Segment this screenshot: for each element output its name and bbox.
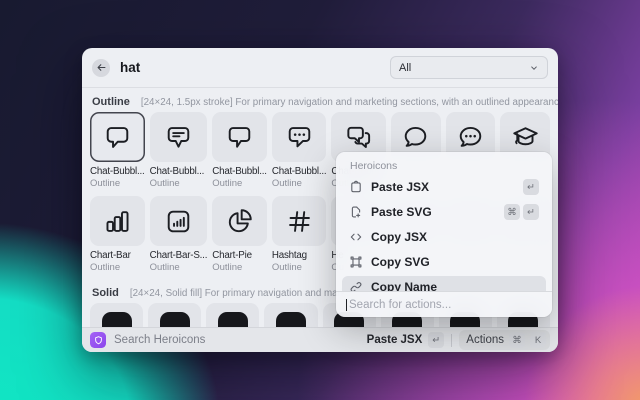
- icon-name: Chart-Pie: [212, 250, 267, 261]
- academic-cap-icon: [511, 123, 540, 152]
- icon-style: Outline: [212, 262, 267, 273]
- status-bar-actions: Paste JSX ↵ Actions ⌘ K: [367, 330, 550, 350]
- icon-name: Chart-Bar: [90, 250, 145, 261]
- document-plus-icon: [349, 205, 363, 219]
- menu-item-label: Paste JSX: [371, 180, 429, 194]
- search-input[interactable]: [120, 60, 380, 75]
- shield-icon: [93, 335, 104, 346]
- icon-result[interactable]: Chart-PieOutline: [212, 196, 267, 273]
- clipboard-icon: [349, 180, 363, 194]
- icon-style: Outline: [150, 178, 208, 189]
- chart-bar-icon: [103, 207, 132, 236]
- selection-frame-icon: [349, 255, 363, 269]
- actions-menu-list: Heroicons Paste JSX ↵ Paste SVG ⌘↵ Copy JSX C…: [336, 152, 552, 291]
- link-icon: [349, 280, 363, 291]
- section-title: Solid: [92, 287, 119, 299]
- icon-name: Chart-Bar-S...: [150, 250, 208, 261]
- hashtag-icon: [285, 207, 314, 236]
- actions-search-row: [336, 291, 552, 317]
- menu-item-copy-name[interactable]: Copy Name: [342, 276, 546, 291]
- icon-style: Outline: [150, 262, 208, 273]
- actions-search-input[interactable]: [349, 299, 542, 311]
- icon-result[interactable]: [90, 303, 143, 327]
- icon-result[interactable]: [206, 303, 259, 327]
- app-name: Search Heroicons: [114, 334, 205, 346]
- chart-pie-icon: [225, 207, 254, 236]
- icon-result[interactable]: Chat-Bubbl...Outline: [90, 112, 145, 189]
- heroicons-logo: [90, 332, 106, 348]
- menu-item-paste-jsx[interactable]: Paste JSX ↵: [342, 176, 546, 198]
- code-bracket-icon: [349, 230, 363, 244]
- key-badge: ⌘: [504, 204, 520, 220]
- document-plus-icon: [349, 205, 363, 219]
- solid-icon-shape: [276, 312, 306, 327]
- icon-name: Hashtag: [272, 250, 327, 261]
- actions-button[interactable]: Actions ⌘ K: [459, 330, 550, 350]
- icon-name: Chat-Bubbl...: [90, 166, 145, 177]
- solid-icon-shape: [102, 312, 132, 327]
- chat-bubble-oval-left-icon: [401, 123, 430, 152]
- icon-result[interactable]: Chat-Bubbl...Outline: [212, 112, 267, 189]
- filter-value: All: [399, 62, 411, 74]
- solid-icon-shape: [218, 312, 248, 327]
- primary-action-button[interactable]: Paste JSX ↵: [367, 332, 445, 348]
- chevron-down-icon: [529, 63, 539, 73]
- section-meta: [24×24, 1.5px stroke] For primary naviga…: [141, 97, 558, 108]
- raycast-window: All Outline[24×24, 1.5px stroke] For pri…: [82, 48, 558, 352]
- chat-bubble-bottom-center-text-icon: [164, 123, 193, 152]
- menu-section-header: Heroicons: [350, 160, 538, 172]
- icon-result[interactable]: [148, 303, 201, 327]
- chat-bubble-left-right-icon: [344, 123, 373, 152]
- menu-item-copy-jsx[interactable]: Copy JSX: [342, 226, 546, 248]
- menu-item-label: Copy Name: [371, 280, 437, 291]
- link-icon: [349, 280, 363, 291]
- selection-frame-icon: [349, 255, 363, 269]
- icon-style: Outline: [90, 178, 145, 189]
- key-badge: ↵: [523, 204, 539, 220]
- back-button[interactable]: [92, 59, 110, 77]
- icon-result[interactable]: Chart-BarOutline: [90, 196, 145, 273]
- icon-result[interactable]: Chart-Bar-S...Outline: [150, 196, 208, 273]
- section-title: Outline: [92, 96, 130, 108]
- menu-item-paste-svg[interactable]: Paste SVG ⌘↵: [342, 201, 546, 223]
- icon-result[interactable]: HashtagOutline: [272, 196, 327, 273]
- icon-result[interactable]: Chat-Bubbl...Outline: [272, 112, 327, 189]
- chat-bubble-left-icon: [103, 123, 132, 152]
- icon-result[interactable]: [264, 303, 317, 327]
- menu-item-label: Paste SVG: [371, 205, 432, 219]
- icon-name: Chat-Bubbl...: [150, 166, 208, 177]
- icon-style: Outline: [212, 178, 267, 189]
- code-bracket-icon: [349, 230, 363, 244]
- clipboard-icon: [349, 180, 363, 194]
- solid-icon-shape: [160, 312, 190, 327]
- chat-bubble-oval-left-ellipsis-icon: [456, 123, 485, 152]
- primary-action-label: Paste JSX: [367, 334, 423, 346]
- icon-style: Outline: [272, 262, 327, 273]
- enter-key-badge: ↵: [428, 332, 444, 348]
- menu-item-label: Copy JSX: [371, 230, 427, 244]
- icon-result[interactable]: Chat-Bubbl...Outline: [150, 112, 208, 189]
- actions-label: Actions: [466, 334, 504, 346]
- actions-menu: Heroicons Paste JSX ↵ Paste SVG ⌘↵ Copy JSX C…: [336, 152, 552, 317]
- arrow-left-icon: [96, 62, 107, 73]
- k-key-badge: K: [530, 332, 546, 348]
- icon-style: Outline: [272, 178, 327, 189]
- search-bar: All: [82, 48, 558, 88]
- text-caret: [346, 299, 347, 311]
- icon-name: Chat-Bubbl...: [212, 166, 267, 177]
- chat-bubble-left-ellipsis-icon: [285, 123, 314, 152]
- icon-name: Chat-Bubbl...: [272, 166, 327, 177]
- desktop-background: All Outline[24×24, 1.5px stroke] For pri…: [0, 0, 640, 400]
- divider: [451, 334, 452, 347]
- menu-item-label: Copy SVG: [371, 255, 430, 269]
- chat-bubble-bottom-center-icon: [225, 123, 254, 152]
- cmd-key-badge: ⌘: [509, 332, 525, 348]
- icon-style: Outline: [90, 262, 145, 273]
- section-header: Outline[24×24, 1.5px stroke] For primary…: [92, 96, 548, 108]
- menu-item-copy-svg[interactable]: Copy SVG: [342, 251, 546, 273]
- status-bar: Search Heroicons Paste JSX ↵ Actions ⌘ K: [82, 327, 558, 352]
- key-badge: ↵: [523, 179, 539, 195]
- filter-dropdown[interactable]: All: [390, 56, 548, 79]
- chart-bar-square-icon: [164, 207, 193, 236]
